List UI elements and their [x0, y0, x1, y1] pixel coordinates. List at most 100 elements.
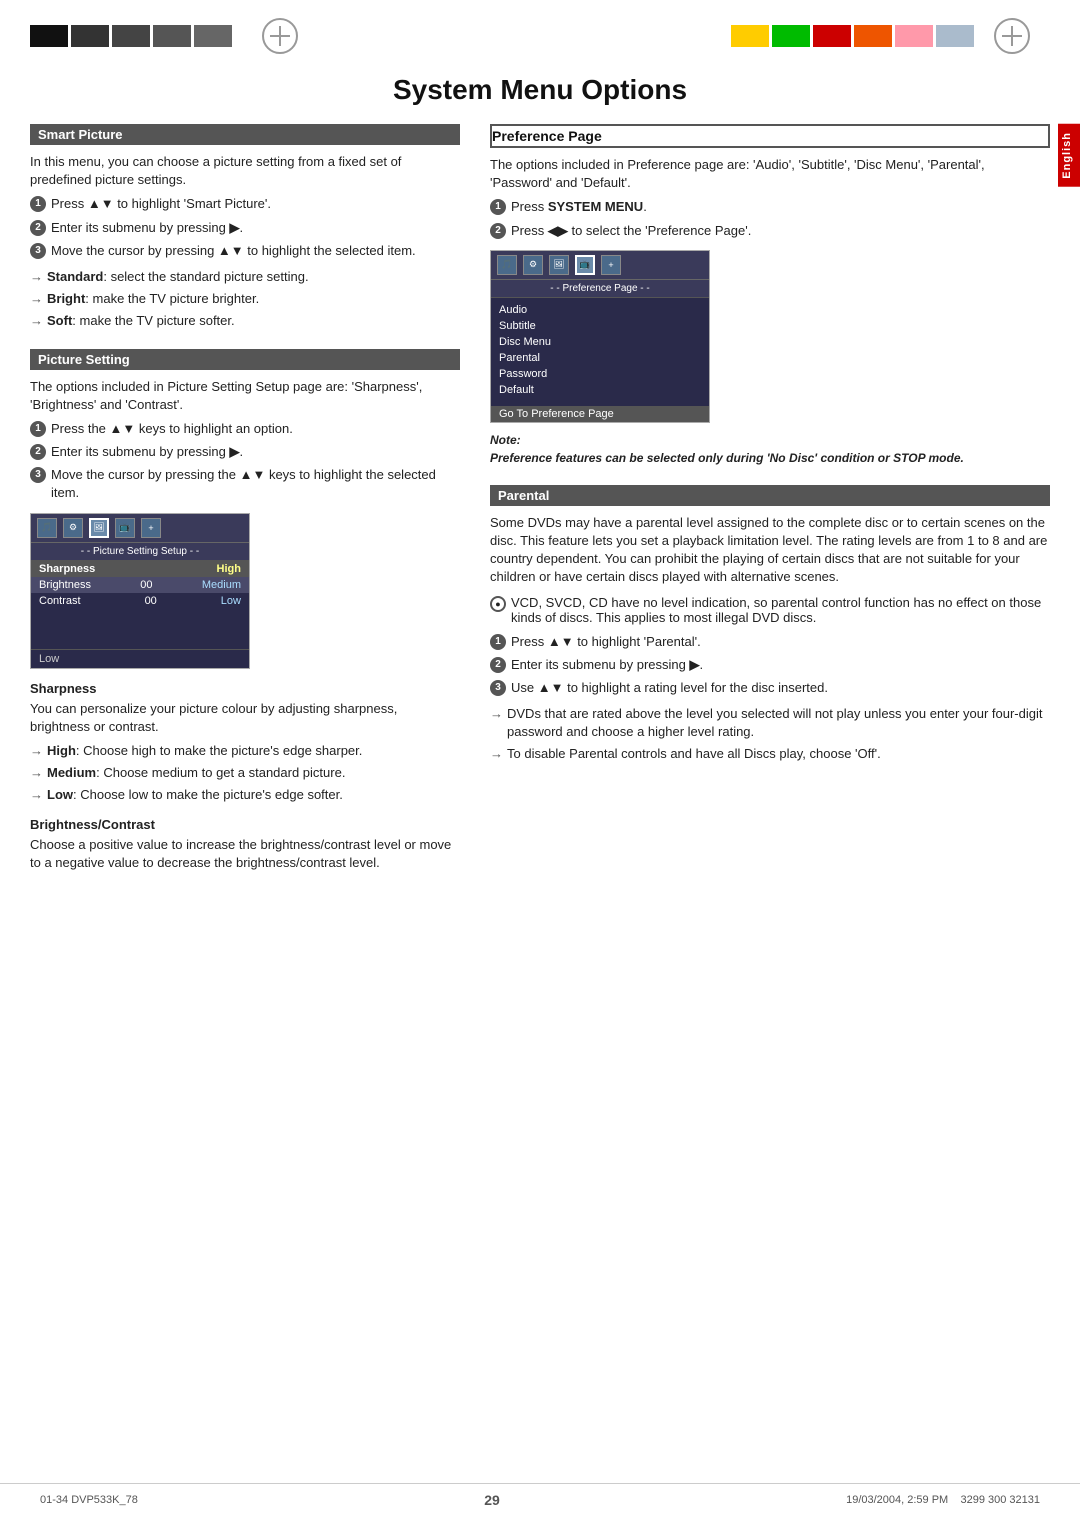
- arrow-icon-3: →: [30, 312, 43, 330]
- ps-num-3: 3: [30, 467, 46, 483]
- black-block-1: [30, 25, 68, 47]
- orange-block: [854, 25, 892, 47]
- red-block: [813, 25, 851, 47]
- picture-setting-section: Picture Setting The options included in …: [30, 349, 460, 872]
- pref-step-1-text: Press SYSTEM MENU.: [511, 198, 647, 216]
- black-block-5: [194, 25, 232, 47]
- parental-step-3-text: Use ▲▼ to highlight a rating level for t…: [511, 679, 828, 697]
- gray-block: [936, 25, 974, 47]
- main-content: Smart Picture In this menu, you can choo…: [0, 124, 1080, 890]
- step-num-2: 2: [30, 220, 46, 236]
- pref-step-1: 1 Press SYSTEM MENU.: [490, 198, 1050, 216]
- ps-step-3-text: Move the cursor by pressing the ▲▼ keys …: [51, 466, 460, 502]
- ps-step-3: 3 Move the cursor by pressing the ▲▼ key…: [30, 466, 460, 502]
- parental-arrow-2: → To disable Parental controls and have …: [490, 745, 1050, 763]
- preference-menu-mockup: 🎵 ⚙ 🖼 📺 + - - Preference Page - - Audio …: [490, 250, 710, 423]
- right-column: English Preference Page The options incl…: [490, 124, 1050, 890]
- green-block: [772, 25, 810, 47]
- parental-bullet-item: ● VCD, SVCD, CD have no level indication…: [490, 595, 1050, 625]
- pref-icon-2: ⚙: [523, 255, 543, 275]
- crosshair-right: [994, 18, 1030, 54]
- contrast-label: Contrast: [39, 595, 81, 607]
- parental-header: Parental: [490, 485, 1050, 506]
- brightness-num: 00: [140, 579, 152, 591]
- sharpness-high: → High: Choose high to make the picture'…: [30, 742, 460, 760]
- smart-step-2: 2 Enter its submenu by pressing ▶.: [30, 219, 460, 237]
- arrow-icon-high: →: [30, 742, 43, 760]
- sharpness-low-text: Low: Choose low to make the picture's ed…: [47, 786, 343, 804]
- parental-arrow-2-text: To disable Parental controls and have al…: [507, 745, 881, 763]
- page-title: System Menu Options: [0, 74, 1080, 106]
- smart-arrow-soft: → Soft: make the TV picture softer.: [30, 312, 460, 330]
- menu-brightness-row: Brightness 00 Medium: [31, 577, 249, 593]
- smart-picture-steps: 1 Press ▲▼ to highlight 'Smart Picture'.…: [30, 195, 460, 260]
- parental-step-3: 3 Use ▲▼ to highlight a rating level for…: [490, 679, 1050, 697]
- parental-arrow-icon-1: →: [490, 705, 503, 723]
- arrow-icon-medium: →: [30, 764, 43, 782]
- crosshair-left: [262, 18, 298, 54]
- preference-page-header-text: Preference Page: [492, 128, 602, 144]
- sharpness-subheader: Sharpness: [30, 681, 460, 696]
- black-block-2: [71, 25, 109, 47]
- pref-icon-5: +: [601, 255, 621, 275]
- brightness-label: Brightness: [39, 579, 91, 591]
- parental-num-2: 2: [490, 657, 506, 673]
- yellow-block: [731, 25, 769, 47]
- contrast-num: 00: [145, 595, 157, 607]
- parental-num-1: 1: [490, 634, 506, 650]
- smart-arrow-standard: → Standard: select the standard picture …: [30, 268, 460, 286]
- parental-arrow-1-text: DVDs that are rated above the level you …: [507, 705, 1050, 741]
- pref-icon-4: 📺: [575, 255, 595, 275]
- note-text: Preference features can be selected only…: [490, 449, 1050, 467]
- footer-left: 01-34 DVP533K_78: [40, 1494, 138, 1506]
- parental-arrow-icon-2: →: [490, 745, 503, 763]
- pref-menu-title: - - Preference Page - -: [491, 280, 709, 298]
- black-block-3: [112, 25, 150, 47]
- ps-step-1: 1 Press the ▲▼ keys to highlight an opti…: [30, 420, 460, 438]
- page-footer: 01-34 DVP533K_78 29 19/03/2004, 2:59 PM …: [0, 1483, 1080, 1508]
- pref-menu-icons: 🎵 ⚙ 🖼 📺 +: [491, 251, 709, 280]
- sharpness-high-text: High: Choose high to make the picture's …: [47, 742, 362, 760]
- ps-num-2: 2: [30, 444, 46, 460]
- ps-step-2: 2 Enter its submenu by pressing ▶.: [30, 443, 460, 461]
- smart-step-1: 1 Press ▲▼ to highlight 'Smart Picture'.: [30, 195, 460, 213]
- step-num-1: 1: [30, 196, 46, 212]
- pref-item-discmenu: Disc Menu: [499, 334, 701, 350]
- footer-right: 19/03/2004, 2:59 PM 3299 300 32131: [846, 1494, 1040, 1506]
- footer-date: 19/03/2004, 2:59 PM: [846, 1494, 948, 1506]
- sharpness-label: Sharpness: [39, 563, 95, 575]
- bullet-circle: ●: [490, 596, 506, 612]
- menu-empty-space: [31, 609, 249, 649]
- footer-page-number: 29: [484, 1492, 500, 1508]
- sharpness-medium-text: Medium: Choose medium to get a standard …: [47, 764, 345, 782]
- parental-steps: 1 Press ▲▼ to highlight 'Parental'. 2 En…: [490, 633, 1050, 698]
- smart-step-3: 3 Move the cursor by pressing ▲▼ to high…: [30, 242, 460, 260]
- picture-setting-intro: The options included in Picture Setting …: [30, 378, 460, 414]
- pref-item-subtitle: Subtitle: [499, 318, 701, 334]
- parental-num-3: 3: [490, 680, 506, 696]
- sharpness-low: → Low: Choose low to make the picture's …: [30, 786, 460, 804]
- pref-num-1: 1: [490, 199, 506, 215]
- pref-item-parental: Parental: [499, 350, 701, 366]
- smart-soft-text: Soft: make the TV picture softer.: [47, 312, 235, 330]
- arrow-icon-1: →: [30, 268, 43, 286]
- sharpness-medium: → Medium: Choose medium to get a standar…: [30, 764, 460, 782]
- menu-icon-2: ⚙: [63, 518, 83, 538]
- smart-step-2-text: Enter its submenu by pressing ▶.: [51, 219, 243, 237]
- smart-picture-header: Smart Picture: [30, 124, 460, 145]
- pref-item-audio: Audio: [499, 302, 701, 318]
- pref-num-2: 2: [490, 223, 506, 239]
- picture-setting-menu: 🎵 ⚙ 🖼 📺 + - - Picture Setting Setup - - …: [30, 513, 250, 669]
- step-num-3: 3: [30, 243, 46, 259]
- preference-page-section: Preference Page The options included in …: [490, 124, 1050, 467]
- brightness-subheader: Brightness/Contrast: [30, 817, 460, 832]
- arrow-icon-low: →: [30, 786, 43, 804]
- contrast-val: Low: [221, 595, 241, 607]
- smart-bright-text: Bright: make the TV picture brighter.: [47, 290, 259, 308]
- pref-item-password: Password: [499, 366, 701, 382]
- top-decoration-bar: [0, 0, 1080, 64]
- smart-picture-intro: In this menu, you can choose a picture s…: [30, 153, 460, 189]
- pref-item-default: Default: [499, 382, 701, 398]
- ps-step-1-text: Press the ▲▼ keys to highlight an option…: [51, 420, 293, 438]
- sharpness-val: High: [217, 563, 241, 575]
